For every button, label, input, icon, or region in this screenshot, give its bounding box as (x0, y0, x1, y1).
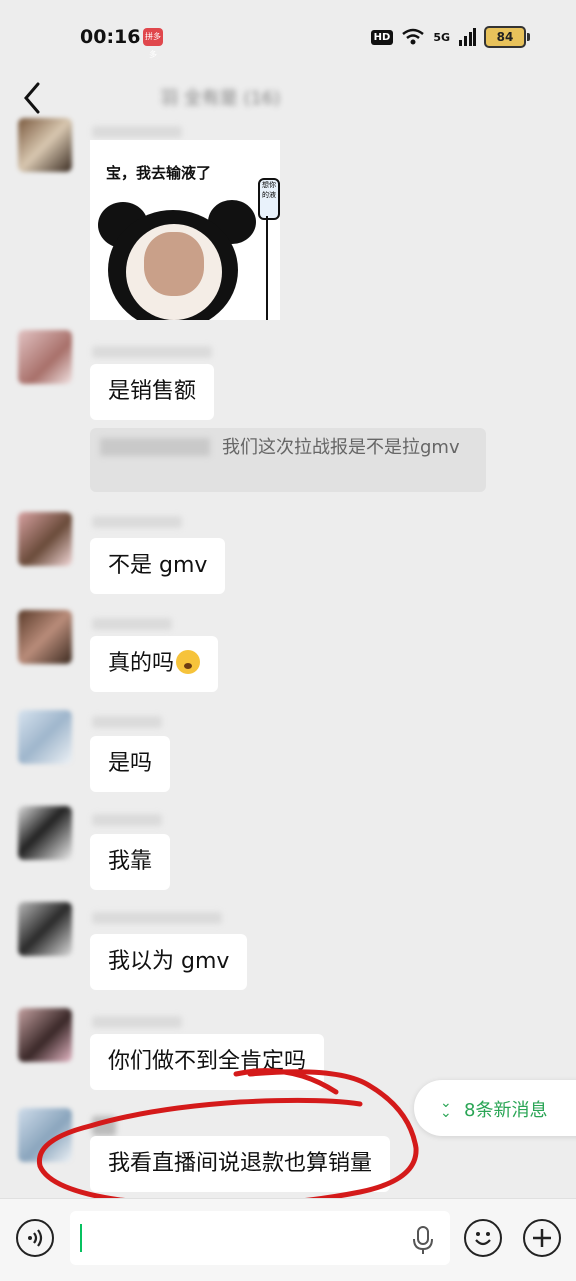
input-bar (0, 1198, 576, 1281)
message-input[interactable] (70, 1211, 450, 1265)
more-options-button[interactable] (523, 1219, 561, 1257)
smiley-icon (475, 1232, 491, 1246)
voice-icon (28, 1229, 43, 1247)
plus-icon (533, 1229, 551, 1247)
new-messages-label: 8条新消息 (464, 1100, 548, 1121)
double-chevron-down-icon: ⌄ ⌄ (440, 1095, 452, 1121)
new-messages-button[interactable]: ⌄ ⌄ 8条新消息 (414, 1080, 576, 1136)
voice-mode-button[interactable] (16, 1219, 54, 1257)
microphone-icon[interactable] (410, 1225, 436, 1255)
emoji-button[interactable] (464, 1219, 502, 1257)
text-cursor (80, 1224, 82, 1252)
